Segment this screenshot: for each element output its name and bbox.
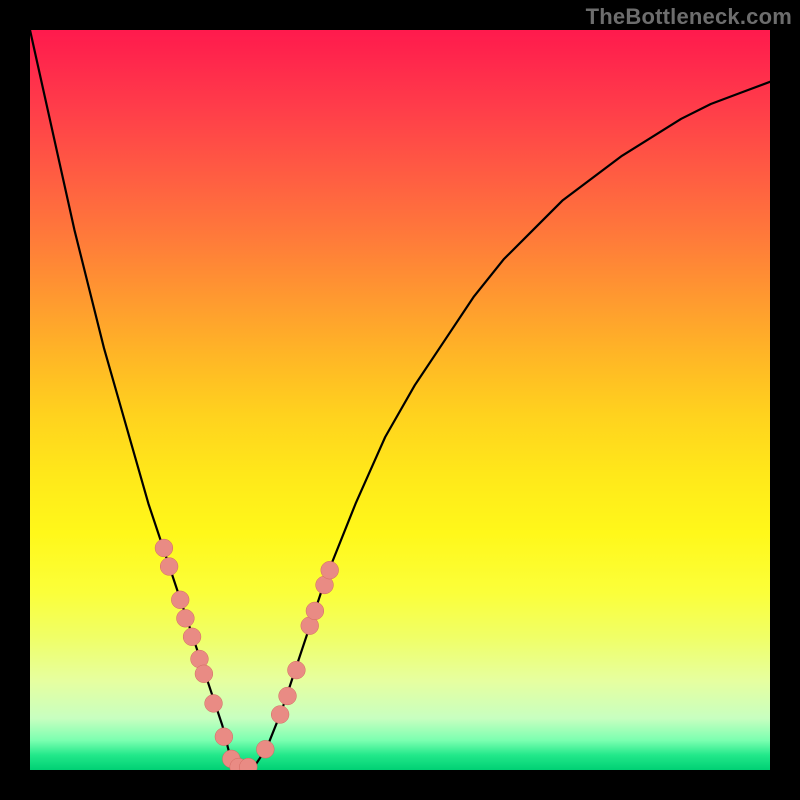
data-marker	[160, 558, 178, 576]
data-marker	[279, 687, 297, 705]
data-marker	[271, 706, 289, 724]
data-marker	[171, 591, 189, 609]
data-marker	[256, 740, 274, 758]
data-marker	[155, 539, 173, 557]
plot-area	[30, 30, 770, 770]
data-marker	[177, 609, 195, 627]
chart-frame: TheBottleneck.com	[0, 0, 800, 800]
data-marker	[183, 628, 201, 646]
bottleneck-curve-svg	[30, 30, 770, 770]
data-marker	[321, 561, 339, 579]
curve-path	[30, 30, 770, 770]
data-marker	[205, 695, 223, 713]
data-marker	[306, 602, 324, 620]
data-marker	[195, 665, 213, 683]
data-marker	[215, 728, 233, 746]
watermark-text: TheBottleneck.com	[586, 4, 792, 30]
data-marker	[288, 661, 306, 679]
